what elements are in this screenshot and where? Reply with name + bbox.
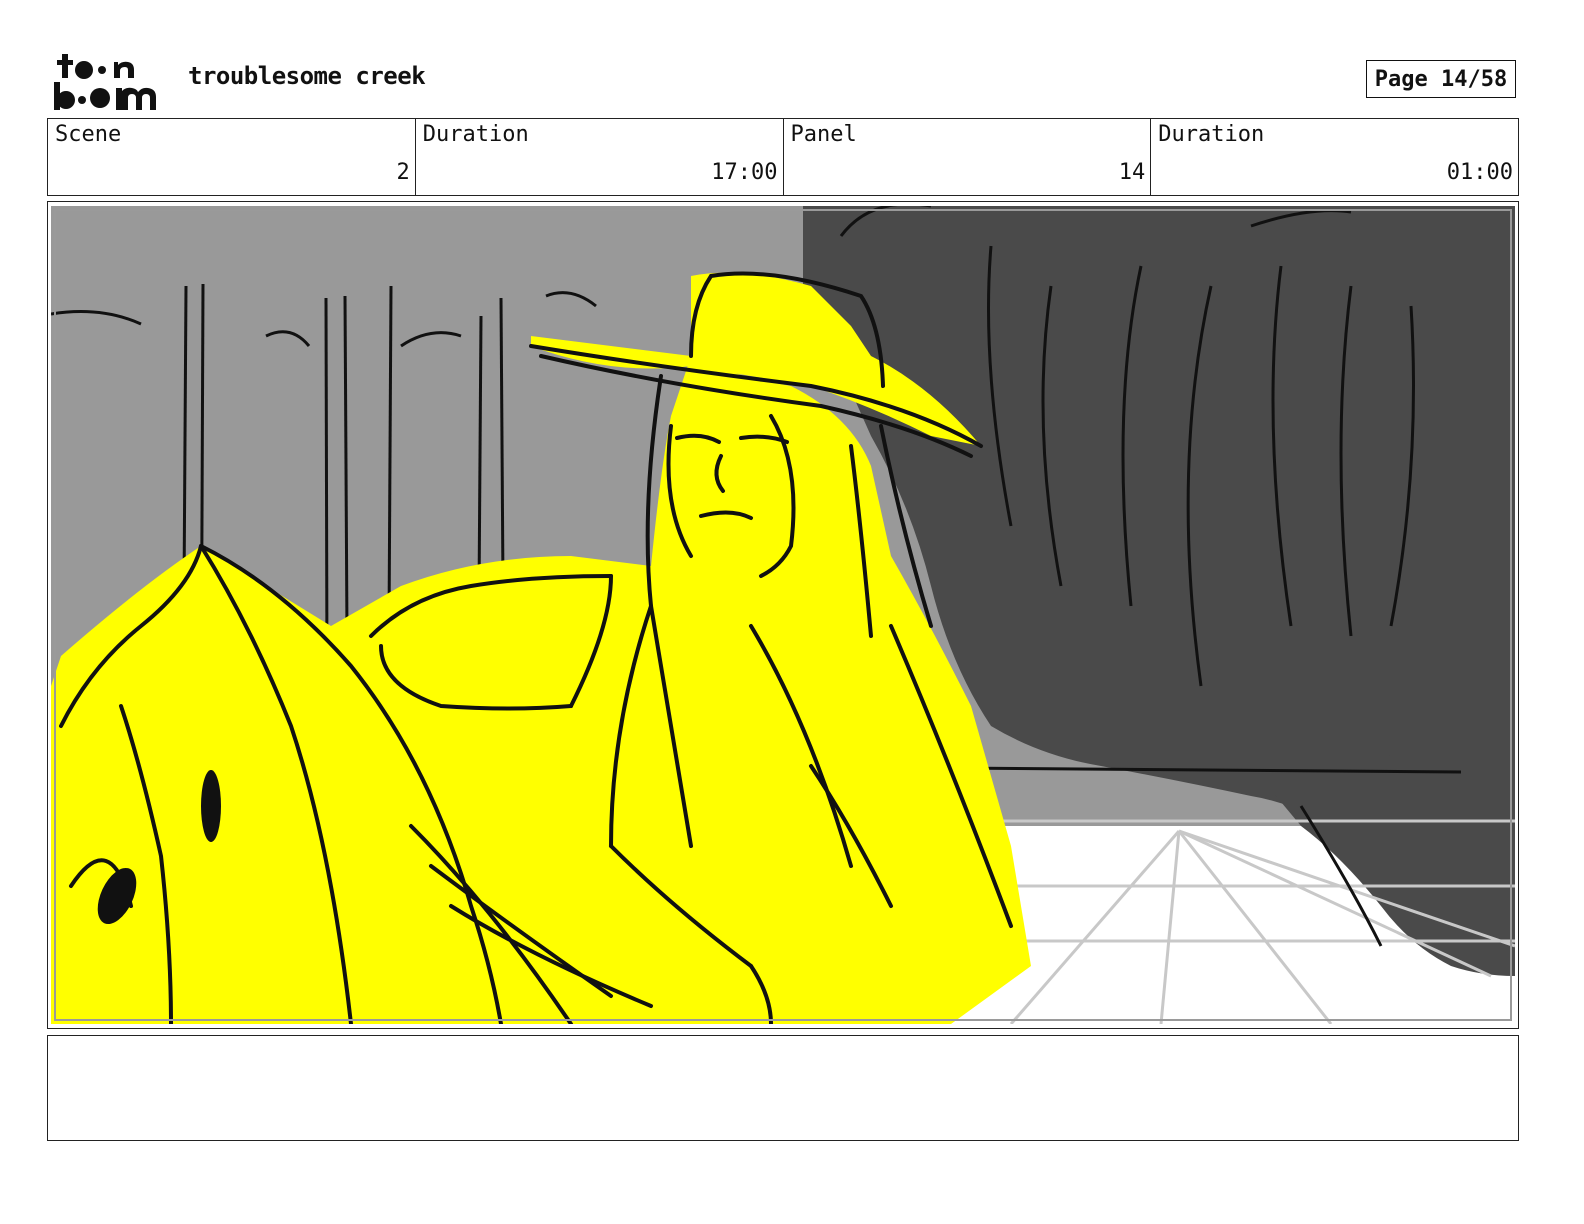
- project-title: troublesome creek: [188, 62, 426, 90]
- page-indicator: Page 14/58: [1366, 60, 1516, 98]
- panel-drawing: [51, 206, 1515, 1024]
- panel-notes: [47, 1035, 1519, 1141]
- panel-duration-value: 01:00: [1446, 160, 1513, 185]
- scene-value: 2: [396, 160, 410, 185]
- scene-duration-label: Duration: [422, 122, 529, 147]
- panel-duration-label: Duration: [1158, 122, 1265, 147]
- panel-value: 14: [1118, 160, 1146, 185]
- panel-duration-cell: Duration 01:00: [1151, 119, 1518, 195]
- scene-info-table: Scene 2 Duration 17:00 Panel 14 Duration…: [47, 118, 1519, 196]
- scene-label: Scene: [55, 122, 122, 147]
- toonboom-logo: [52, 50, 164, 112]
- scene-cell: Scene 2: [48, 119, 416, 195]
- scene-duration-value: 17:00: [711, 160, 778, 185]
- panel-label: Panel: [790, 122, 857, 147]
- scene-duration-cell: Duration 17:00: [416, 119, 784, 195]
- panel-cell: Panel 14: [784, 119, 1152, 195]
